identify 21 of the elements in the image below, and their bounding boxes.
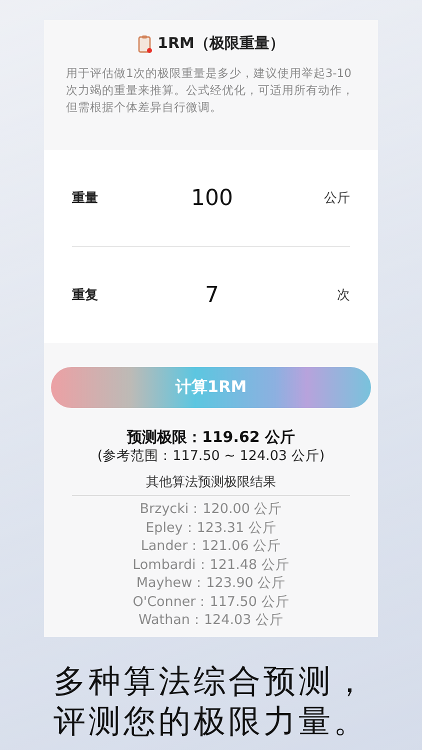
- number-field[interactable]: 7: [134, 282, 290, 308]
- algorithm-result: Epley：123.31 公斤: [146, 518, 276, 537]
- algorithm-result: Lombardi：121.48 公斤: [132, 556, 290, 574]
- clipboard-icon: [138, 34, 152, 52]
- number-field[interactable]: 100: [134, 186, 290, 210]
- page-title: 1RM（极限重量）: [158, 34, 284, 53]
- algorithm-result: Wathan：124.03 公斤: [138, 611, 284, 630]
- caption-text: 多种算法综合预测，: [54, 661, 368, 701]
- unit-label: 次: [336, 287, 350, 304]
- unit-label: 公斤: [323, 190, 350, 207]
- algorithm-result: O'Conner：117.50 公斤: [132, 592, 290, 611]
- caption-text: 评测您的极限力量。: [54, 701, 368, 741]
- algorithm-result: Mayhew：123.90 公斤: [136, 574, 286, 592]
- range-text: (参考范围：117.50 ~ 124.03 公斤): [97, 447, 325, 465]
- prediction-text: 预测极限：119.62 公斤: [126, 428, 296, 447]
- algorithm-result: Brzycki：120.00 公斤: [140, 500, 282, 518]
- description-text: 用于评估做1次的极限重量是多少，建议使用举起3-10次力竭的重量来推算。公式经优化，可适用所有动作，但需根据个体差异自行微调。: [66, 65, 355, 116]
- algorithm-result: Lander：121.06 公斤: [140, 537, 282, 556]
- section-heading: 其他算法预测极限结果: [72, 473, 350, 496]
- field-label: 重复: [72, 286, 99, 304]
- field-label: 重量: [72, 190, 99, 207]
